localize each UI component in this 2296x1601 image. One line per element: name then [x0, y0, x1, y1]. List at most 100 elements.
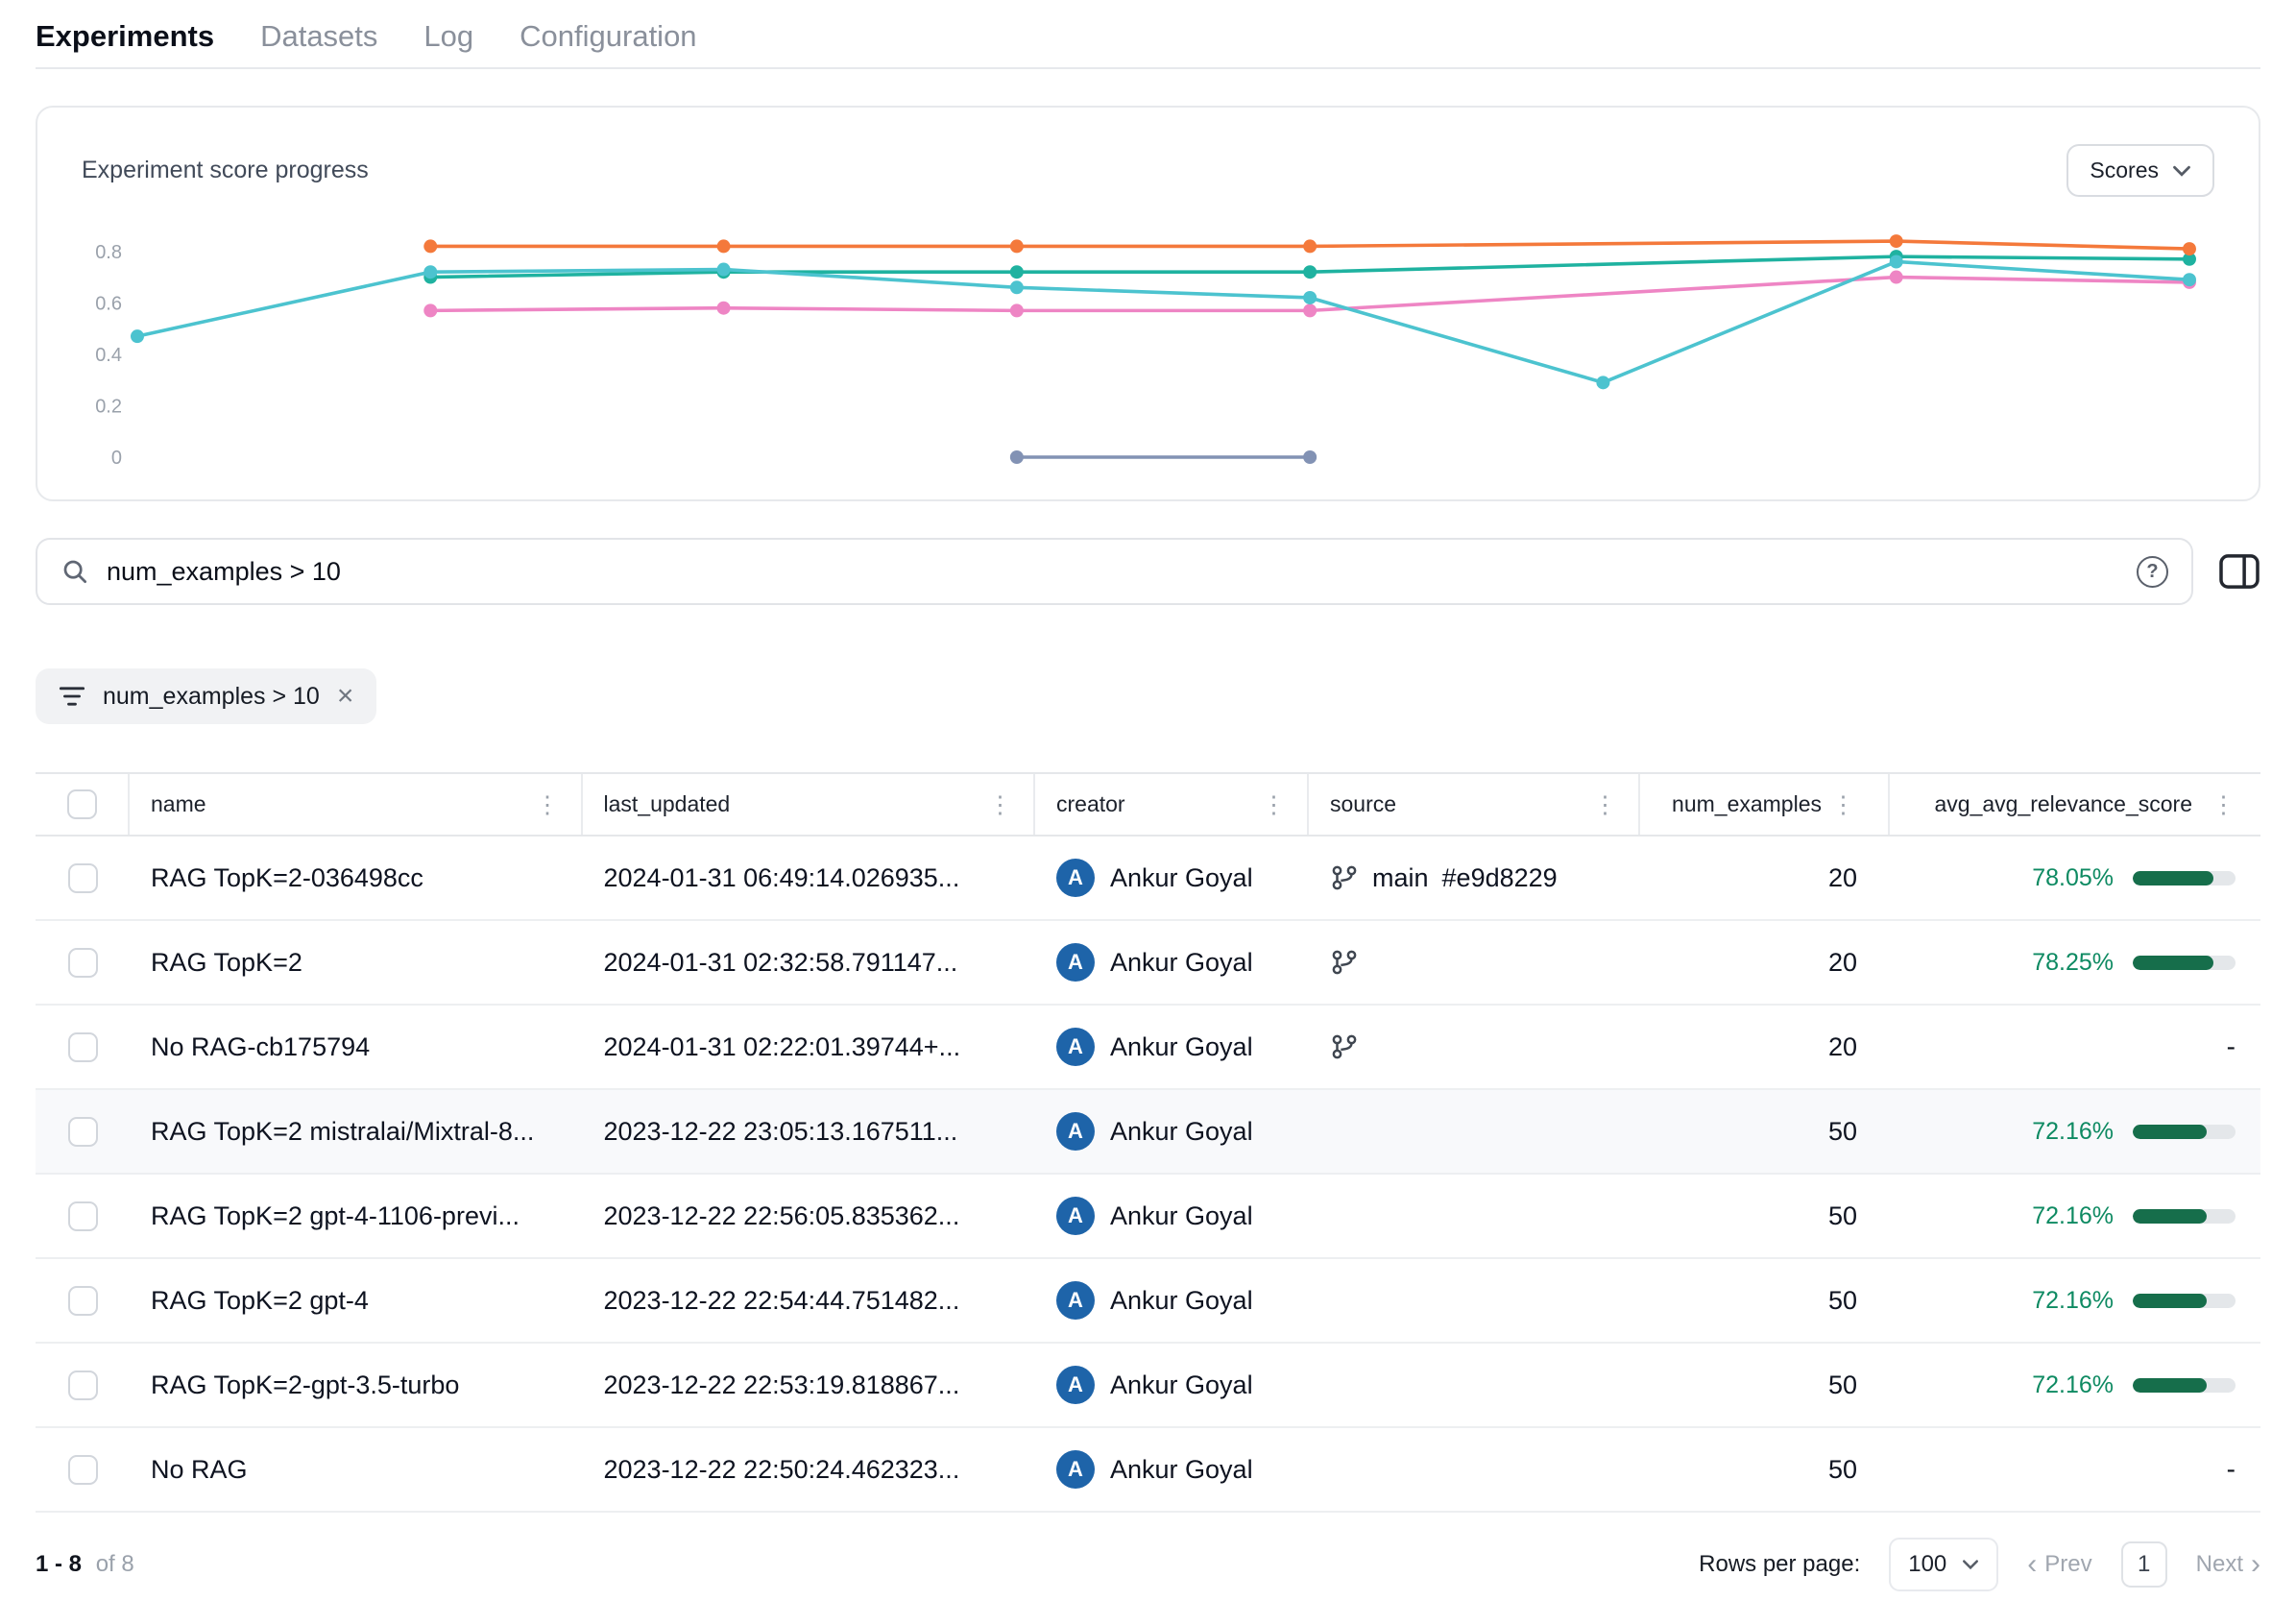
series-cyan-point[interactable]	[1010, 280, 1024, 294]
series-teal-point[interactable]	[1010, 265, 1024, 279]
table-row[interactable]: RAG TopK=22024-01-31 02:32:58.791147...A…	[36, 921, 2260, 1006]
series-slate-point[interactable]	[1010, 450, 1024, 464]
select-all-checkbox[interactable]	[67, 789, 97, 819]
table-row[interactable]: RAG TopK=2 gpt-4-1106-previ...2023-12-22…	[36, 1175, 2260, 1259]
git-branch-icon	[1330, 1032, 1359, 1061]
series-teal-point[interactable]	[1303, 265, 1317, 279]
series-pink-point[interactable]	[423, 303, 437, 317]
experiment-name[interactable]: RAG TopK=2-gpt-3.5-turbo	[151, 1371, 459, 1400]
column-menu-icon[interactable]: ⋮	[536, 790, 560, 819]
series-orange-point[interactable]	[2183, 242, 2196, 255]
series-cyan-point[interactable]	[1303, 291, 1317, 304]
column-menu-icon[interactable]: ⋮	[1593, 790, 1617, 819]
score-percent: 72.16%	[2032, 1287, 2114, 1315]
row-checkbox[interactable]	[68, 863, 98, 893]
chevron-right-icon: ›	[2251, 1550, 2260, 1579]
row-checkbox[interactable]	[68, 1371, 98, 1400]
series-cyan-point[interactable]	[423, 265, 437, 279]
table-footer: 1 - 8 of 8 Rows per page: 100 ‹ Prev 1 N…	[36, 1513, 2260, 1601]
column-header-num_examples: num_examples⋮	[1640, 774, 1890, 835]
rows-per-page-select[interactable]: 100	[1889, 1538, 1998, 1591]
scores-dropdown-button[interactable]: Scores	[2066, 144, 2214, 197]
cell-name: RAG TopK=2 mistralai/Mixtral-8...	[130, 1117, 583, 1147]
series-pink-point[interactable]	[717, 302, 731, 315]
row-checkbox[interactable]	[68, 948, 98, 978]
num-examples-value: 50	[1828, 1286, 1857, 1316]
series-pink-point[interactable]	[1890, 271, 1903, 284]
row-checkbox[interactable]	[68, 1455, 98, 1485]
series-pink-point[interactable]	[1303, 303, 1317, 317]
row-checkbox-cell	[36, 863, 130, 893]
column-menu-icon[interactable]: ⋮	[1262, 790, 1286, 819]
series-cyan-point[interactable]	[717, 263, 731, 277]
experiment-name[interactable]: No RAG-cb175794	[151, 1032, 370, 1062]
series-slate-point[interactable]	[1303, 450, 1317, 464]
experiment-name[interactable]: RAG TopK=2	[151, 948, 302, 978]
row-checkbox-cell	[36, 1032, 130, 1062]
avatar: A	[1056, 1197, 1095, 1235]
column-header-avg_avg_relevance_score: avg_avg_relevance_score⋮	[1890, 774, 2260, 835]
table-row[interactable]: RAG TopK=2 gpt-42023-12-22 22:54:44.7514…	[36, 1259, 2260, 1344]
help-icon[interactable]: ?	[2137, 556, 2168, 588]
score-bar-fill	[2133, 1209, 2207, 1224]
creator-name: Ankur Goyal	[1110, 1371, 1253, 1400]
column-menu-icon[interactable]: ⋮	[2211, 790, 2236, 819]
cell-num-examples: 50	[1640, 1117, 1890, 1147]
experiment-name[interactable]: RAG TopK=2 gpt-4	[151, 1286, 369, 1316]
series-cyan-point[interactable]	[131, 329, 144, 343]
series-pink-point[interactable]	[1010, 303, 1024, 317]
tab-configuration[interactable]: Configuration	[520, 19, 696, 54]
column-menu-icon[interactable]: ⋮	[988, 790, 1012, 819]
nav-divider	[36, 67, 2260, 69]
experiment-name[interactable]: RAG TopK=2-036498cc	[151, 863, 423, 893]
series-cyan-point[interactable]	[1596, 376, 1609, 389]
tab-experiments[interactable]: Experiments	[36, 19, 214, 54]
cell-source: main#e9d8229	[1309, 863, 1640, 893]
series-cyan-point[interactable]	[2183, 273, 2196, 286]
num-examples-value: 50	[1828, 1455, 1857, 1485]
series-orange-point[interactable]	[717, 239, 731, 253]
next-page-button[interactable]: Next ›	[2196, 1550, 2260, 1579]
column-header-label: last_updated	[604, 791, 731, 817]
tab-datasets[interactable]: Datasets	[260, 19, 377, 54]
row-checkbox[interactable]	[68, 1032, 98, 1062]
tab-log[interactable]: Log	[423, 19, 473, 54]
series-orange-point[interactable]	[423, 239, 437, 253]
prev-page-button[interactable]: ‹ Prev	[2027, 1550, 2091, 1579]
table-row[interactable]: No RAG2023-12-22 22:50:24.462323...AAnku…	[36, 1428, 2260, 1513]
series-orange-point[interactable]	[1010, 239, 1024, 253]
creator-name: Ankur Goyal	[1110, 1117, 1253, 1147]
range-current: 1 - 8	[36, 1551, 82, 1577]
filter-chip[interactable]: num_examples > 10 ×	[36, 668, 376, 724]
table-row[interactable]: RAG TopK=2-gpt-3.5-turbo2023-12-22 22:53…	[36, 1344, 2260, 1428]
side-panel-toggle-button[interactable]	[2218, 553, 2260, 590]
last-updated-value: 2024-01-31 02:22:01.39744+...	[604, 1032, 961, 1062]
chevron-down-icon	[1962, 1559, 1979, 1570]
table-row[interactable]: No RAG-cb175794 2024-01-31 02:22:01.39744…	[36, 1006, 2260, 1090]
row-checkbox[interactable]	[68, 1117, 98, 1147]
current-page-button[interactable]: 1	[2121, 1541, 2167, 1588]
table-row[interactable]: RAG TopK=2-036498cc2024-01-31 06:49:14.0…	[36, 837, 2260, 921]
series-cyan-point[interactable]	[1890, 255, 1903, 268]
table-row[interactable]: RAG TopK=2 mistralai/Mixtral-8...2023-12…	[36, 1090, 2260, 1175]
experiment-name[interactable]: RAG TopK=2 gpt-4-1106-previ...	[151, 1201, 520, 1231]
search-input[interactable]	[107, 557, 2119, 587]
row-checkbox[interactable]	[68, 1286, 98, 1316]
cell-last-updated: 2023-12-22 22:50:24.462323...	[583, 1455, 1036, 1485]
experiment-name[interactable]: No RAG	[151, 1455, 248, 1485]
series-orange-point[interactable]	[1890, 234, 1903, 248]
cell-num-examples: 50	[1640, 1286, 1890, 1316]
experiments-page: Experiments Datasets Log Configuration E…	[0, 0, 2296, 1601]
top-nav: Experiments Datasets Log Configuration	[36, 0, 2260, 65]
series-orange-point[interactable]	[1303, 239, 1317, 253]
chevron-left-icon: ‹	[2027, 1550, 2037, 1579]
remove-filter-icon[interactable]: ×	[337, 682, 354, 711]
num-examples-value: 50	[1828, 1201, 1857, 1231]
row-checkbox[interactable]	[68, 1201, 98, 1231]
experiment-name[interactable]: RAG TopK=2 mistralai/Mixtral-8...	[151, 1117, 534, 1147]
column-header-last_updated: last_updated ⋮	[583, 774, 1036, 835]
active-filters: num_examples > 10 ×	[36, 668, 2260, 724]
avatar: A	[1056, 859, 1095, 897]
cell-score: 72.16%	[1890, 1287, 2260, 1315]
column-menu-icon[interactable]: ⋮	[1831, 790, 1855, 819]
